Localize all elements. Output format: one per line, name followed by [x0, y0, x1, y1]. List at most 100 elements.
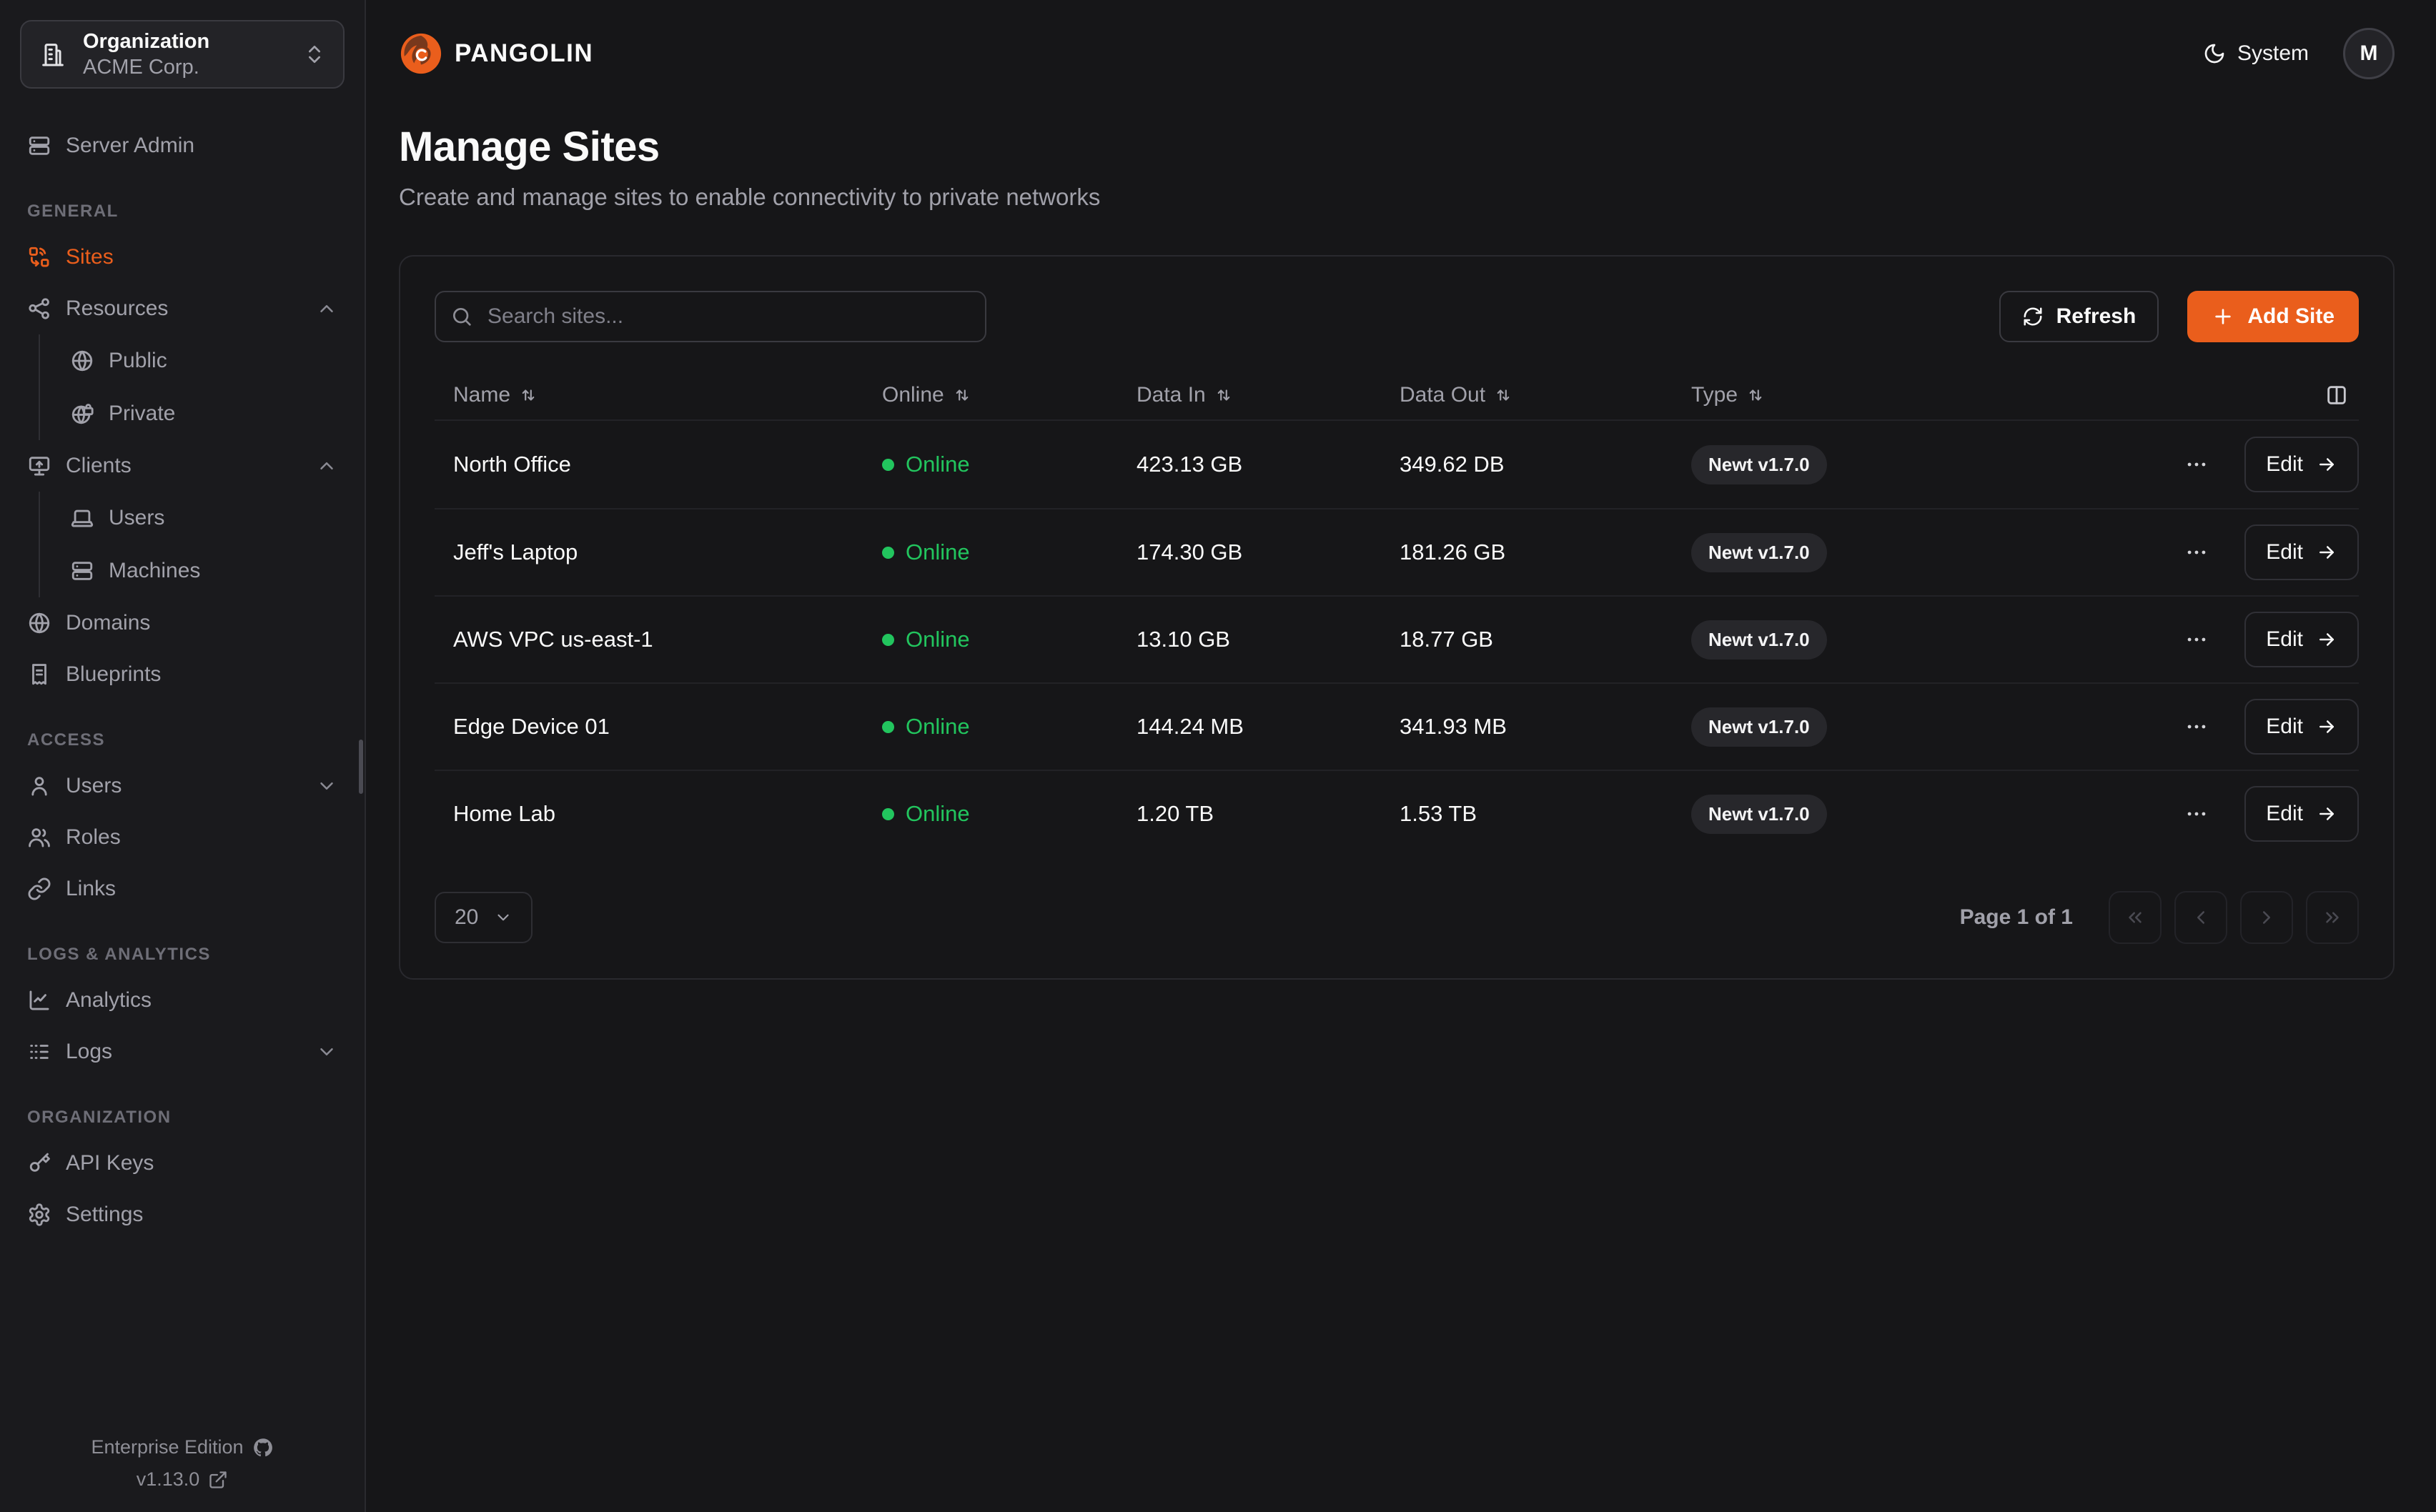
chart-line-icon	[27, 988, 51, 1013]
org-selector[interactable]: Organization ACME Corp.	[20, 20, 345, 89]
sidebar-item-users[interactable]: Users	[20, 760, 345, 812]
type-badge: Newt v1.7.0	[1691, 707, 1827, 747]
table-header: Name Online Data In Data Out	[435, 371, 2359, 421]
table-row: Home Lab Online 1.20 TB 1.53 TB Newt v1.…	[435, 770, 2359, 857]
data-in-value: 174.30 GB	[1118, 539, 1381, 565]
sidebar-item-sites[interactable]: Sites	[20, 232, 345, 283]
ellipsis-icon	[2184, 627, 2209, 652]
sidebar-item-logs[interactable]: Logs	[20, 1026, 345, 1078]
sidebar-item-label: Users	[66, 774, 302, 798]
row-menu-button[interactable]	[2177, 795, 2216, 833]
external-link-icon	[208, 1470, 228, 1490]
status-label: Online	[906, 714, 970, 740]
server-icon	[70, 559, 94, 583]
sidebar-item-settings[interactable]: Settings	[20, 1189, 345, 1240]
building-icon	[39, 40, 67, 69]
edit-button[interactable]: Edit	[2244, 786, 2359, 842]
sidebar-item-domains[interactable]: Domains	[20, 597, 345, 649]
row-menu-button[interactable]	[2177, 533, 2216, 572]
pagination: 20 Page 1 of 1	[435, 891, 2359, 944]
status-badge: Online	[863, 627, 1118, 652]
pagination-right: Page 1 of 1	[1960, 891, 2359, 944]
edit-label: Edit	[2266, 627, 2303, 652]
column-header-type[interactable]: Type	[1673, 383, 2044, 407]
sidebar-item-blueprints[interactable]: Blueprints	[20, 649, 345, 700]
search-input[interactable]	[435, 291, 986, 342]
theme-toggle[interactable]: System	[2203, 41, 2309, 66]
sidebar-item-server-admin[interactable]: Server Admin	[20, 120, 345, 171]
type-cell: Newt v1.7.0	[1673, 707, 2044, 747]
sidebar-item-label: Private	[109, 402, 337, 426]
sidebar-item-clients[interactable]: Clients	[20, 440, 345, 492]
row-menu-button[interactable]	[2177, 445, 2216, 484]
refresh-button[interactable]: Refresh	[1999, 291, 2159, 342]
type-cell: Newt v1.7.0	[1673, 445, 2044, 484]
brand-name: PANGOLIN	[455, 39, 593, 68]
row-menu-button[interactable]	[2177, 707, 2216, 746]
chevrons-up-down-icon	[303, 43, 326, 66]
ellipsis-icon	[2184, 715, 2209, 739]
status-badge: Online	[863, 539, 1118, 565]
status-badge: Online	[863, 801, 1118, 827]
columns-toggle-button[interactable]	[2044, 383, 2359, 407]
sidebar-item-links[interactable]: Links	[20, 863, 345, 915]
last-page-button[interactable]	[2306, 891, 2359, 944]
sidebar-item-public[interactable]: Public	[63, 334, 345, 387]
next-page-button[interactable]	[2240, 891, 2293, 944]
data-in-value: 1.20 TB	[1118, 801, 1381, 827]
table-row: North Office Online 423.13 GB 349.62 DB …	[435, 421, 2359, 508]
site-name: North Office	[435, 452, 863, 477]
sidebar-item-resources[interactable]: Resources	[20, 283, 345, 334]
site-name: Edge Device 01	[435, 714, 863, 740]
sidebar-item-label: Settings	[66, 1203, 337, 1227]
first-page-button[interactable]	[2109, 891, 2162, 944]
globe-icon	[70, 349, 94, 373]
sidebar-item-analytics[interactable]: Analytics	[20, 975, 345, 1026]
sidebar-item-label: Resources	[66, 297, 302, 321]
edition-link[interactable]: Enterprise Edition	[91, 1436, 273, 1458]
site-name: Jeff's Laptop	[435, 539, 863, 565]
laptop-icon	[70, 506, 94, 530]
app-root: Organization ACME Corp. Server Admin GEN…	[0, 0, 2436, 1512]
arrow-right-icon	[2316, 542, 2337, 563]
row-menu-button[interactable]	[2177, 620, 2216, 659]
column-header-data-in[interactable]: Data In	[1118, 383, 1381, 407]
topbar: PANGOLIN System M	[399, 0, 2395, 79]
sidebar-item-client-users[interactable]: Users	[63, 492, 345, 544]
sidebar-item-machines[interactable]: Machines	[63, 544, 345, 597]
page-size-select[interactable]: 20	[435, 892, 533, 943]
add-site-button[interactable]: Add Site	[2187, 291, 2359, 342]
sidebar-item-roles[interactable]: Roles	[20, 812, 345, 863]
prev-page-button[interactable]	[2174, 891, 2227, 944]
edit-button[interactable]: Edit	[2244, 612, 2359, 667]
sidebar-item-label: Domains	[66, 611, 337, 635]
sidebar-nav: Server Admin GENERAL Sites Resources Pub…	[20, 120, 345, 1492]
edit-button[interactable]: Edit	[2244, 437, 2359, 492]
topbar-right: System M	[2203, 28, 2395, 79]
avatar[interactable]: M	[2343, 28, 2395, 79]
column-header-online[interactable]: Online	[863, 383, 1118, 407]
sites-table: Name Online Data In Data Out	[435, 371, 2359, 857]
column-label: Data In	[1137, 383, 1206, 407]
arrow-right-icon	[2316, 629, 2337, 650]
sidebar-item-private[interactable]: Private	[63, 387, 345, 440]
sidebar-item-api-keys[interactable]: API Keys	[20, 1138, 345, 1189]
org-name: ACME Corp.	[83, 54, 287, 80]
edit-button[interactable]: Edit	[2244, 699, 2359, 755]
edit-button[interactable]: Edit	[2244, 524, 2359, 580]
column-header-name[interactable]: Name	[435, 383, 863, 407]
logs-icon	[27, 1040, 51, 1064]
brand[interactable]: PANGOLIN	[399, 31, 593, 76]
users-icon	[27, 825, 51, 850]
toolbar-actions: Refresh Add Site	[1999, 291, 2359, 342]
sidebar-scrollbar-thumb[interactable]	[359, 740, 363, 794]
github-icon	[252, 1437, 274, 1458]
data-in-value: 13.10 GB	[1118, 627, 1381, 652]
section-organization: ORGANIZATION	[27, 1108, 345, 1128]
sidebar-item-label: Server Admin	[66, 134, 337, 158]
column-header-data-out[interactable]: Data Out	[1381, 383, 1673, 407]
monitor-up-icon	[27, 454, 51, 478]
version-link[interactable]: v1.13.0	[137, 1468, 229, 1491]
type-badge: Newt v1.7.0	[1691, 795, 1827, 834]
ellipsis-icon	[2184, 452, 2209, 477]
